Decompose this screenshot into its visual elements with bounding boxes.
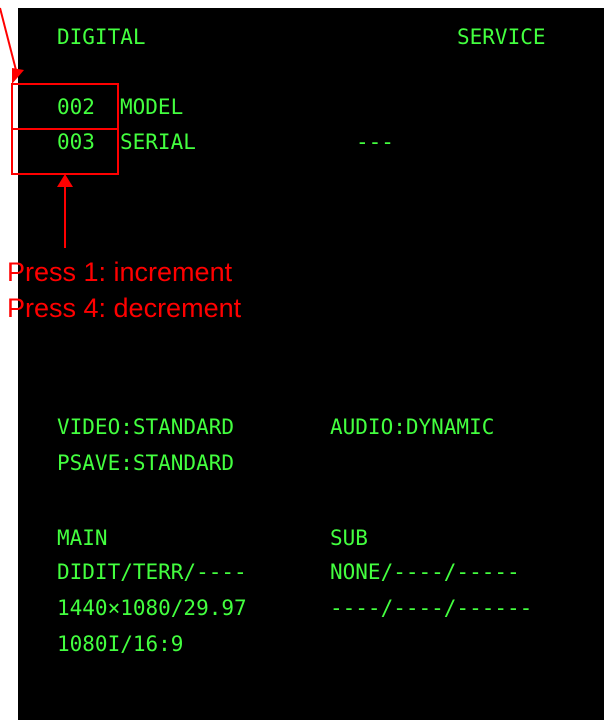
source-sub-line: ----/----/------ [330, 596, 533, 620]
source-main-line: 1080I/16:9 [57, 632, 184, 656]
status-psave: PSAVE:STANDARD [57, 451, 235, 475]
status-audio: AUDIO:DYNAMIC [330, 415, 495, 439]
source-sub-title: SUB [330, 526, 368, 550]
highlight-box-serial-code [11, 128, 119, 175]
annotation-decrement-text: Press 4: decrement [7, 293, 242, 323]
source-sub-line: NONE/----/----- [330, 560, 520, 584]
item-value-serial: --- [356, 130, 394, 154]
status-video: VIDEO:STANDARD [57, 415, 235, 439]
source-main-line: 1440×1080/29.97 [57, 596, 247, 620]
annotation-increment-text: Press 1: increment [7, 257, 233, 287]
item-label-serial: SERIAL [120, 130, 196, 154]
source-main-title: MAIN [57, 526, 108, 550]
menu-title-service: SERVICE [457, 25, 546, 49]
highlight-box-model-code [11, 83, 119, 130]
menu-title-digital: DIGITAL [57, 25, 146, 49]
source-main-line: DIDIT/TERR/---- [57, 560, 247, 584]
item-label-model: MODEL [120, 95, 184, 119]
